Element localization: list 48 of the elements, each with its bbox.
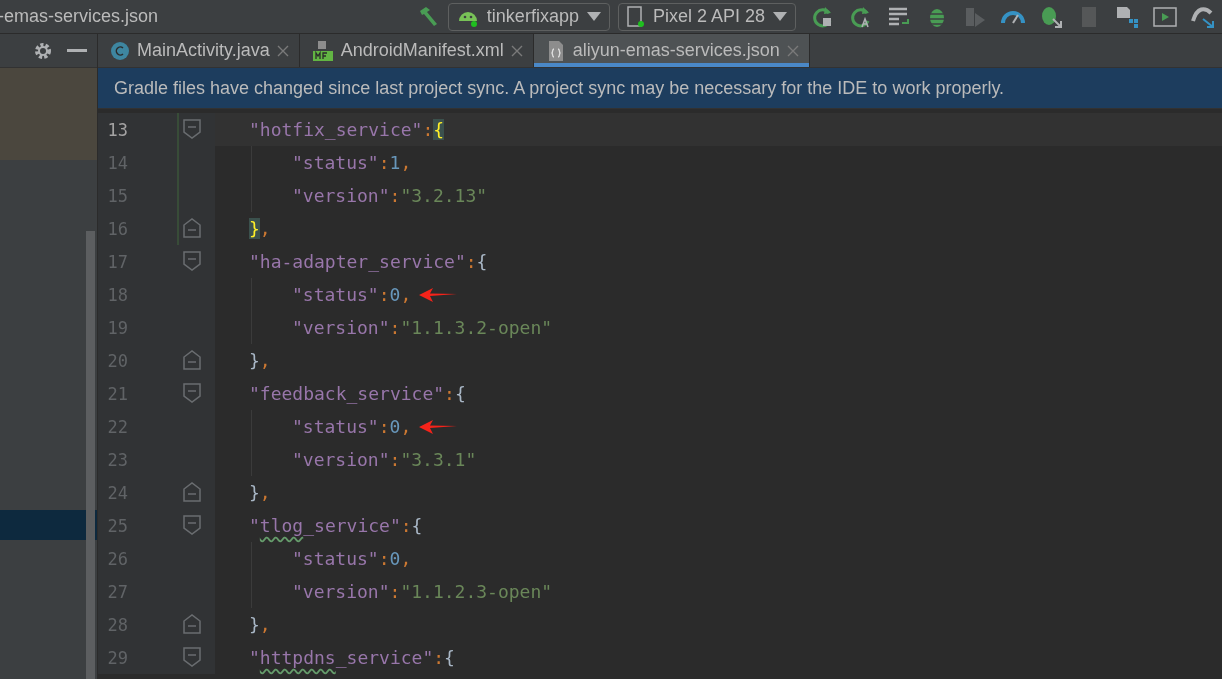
code-line: "hotfix_service":{ <box>249 119 445 140</box>
fold-icon[interactable] <box>183 482 201 502</box>
code-line: "feedback_service":{ <box>249 383 466 404</box>
minimize-icon[interactable] <box>67 48 87 53</box>
banner-text: Gradle files have changed since last project sync. A project sync may be necessary for the IDE to work properly. <box>114 77 1005 99</box>
caret-icon <box>586 12 601 21</box>
fold-icon[interactable] <box>183 614 201 634</box>
structure-icon[interactable] <box>1115 4 1139 29</box>
code-line: "version":"3.2.13" <box>292 185 488 206</box>
fold-icon[interactable] <box>183 350 201 370</box>
selected-tree-row[interactable] <box>0 510 97 540</box>
code-line: "httpdns_service":{ <box>249 647 455 668</box>
code-line: }, <box>249 482 271 503</box>
code-line: }, <box>249 350 271 371</box>
close-icon[interactable] <box>276 44 289 57</box>
fold-icon[interactable] <box>183 383 201 403</box>
scrollbar[interactable] <box>86 231 95 679</box>
code-line: "ha-adapter_service":{ <box>249 251 488 272</box>
code-line: "status":1, <box>292 152 412 173</box>
sync-icon[interactable] <box>1191 4 1215 29</box>
close-icon[interactable] <box>510 44 523 57</box>
settings-icon[interactable] <box>33 40 53 61</box>
manifest-file-icon <box>311 39 334 62</box>
bug-arrow-icon[interactable] <box>1039 4 1063 29</box>
code-line: "tlog_service":{ <box>249 515 423 536</box>
code-line: }, <box>249 614 271 635</box>
editor-tab[interactable]: AndroidManifest.xml <box>299 34 534 67</box>
run-config-dropdown[interactable]: tinkerfixapp <box>447 2 610 31</box>
fold-icon[interactable] <box>183 515 201 535</box>
code-line: "version":"1.1.3.2-open" <box>292 317 553 338</box>
caret-icon <box>773 12 787 21</box>
phone-icon <box>626 5 645 28</box>
fold-icon[interactable] <box>183 119 201 139</box>
code-line: "status":0, <box>292 284 412 305</box>
code-line: "status":0, <box>292 416 412 437</box>
editor-tab[interactable]: aliyun-emas-services.json <box>533 34 810 67</box>
line-number: 13 <box>106 119 128 140</box>
code-line: "status":0, <box>292 548 412 569</box>
close-icon[interactable] <box>786 44 799 57</box>
code-line: "version":"3.3.1" <box>292 449 477 470</box>
fold-icon[interactable] <box>183 647 201 667</box>
emulator-icon[interactable] <box>1153 4 1177 29</box>
editor-tab[interactable]: MainActivity.java <box>98 34 300 67</box>
fold-icon[interactable] <box>183 251 201 271</box>
code-line: "version":"1.1.2.3-open" <box>292 581 553 602</box>
fold-icon[interactable] <box>183 218 201 238</box>
class-icon <box>110 40 130 61</box>
device-dropdown[interactable]: Pixel 2 API 28 <box>617 2 796 31</box>
